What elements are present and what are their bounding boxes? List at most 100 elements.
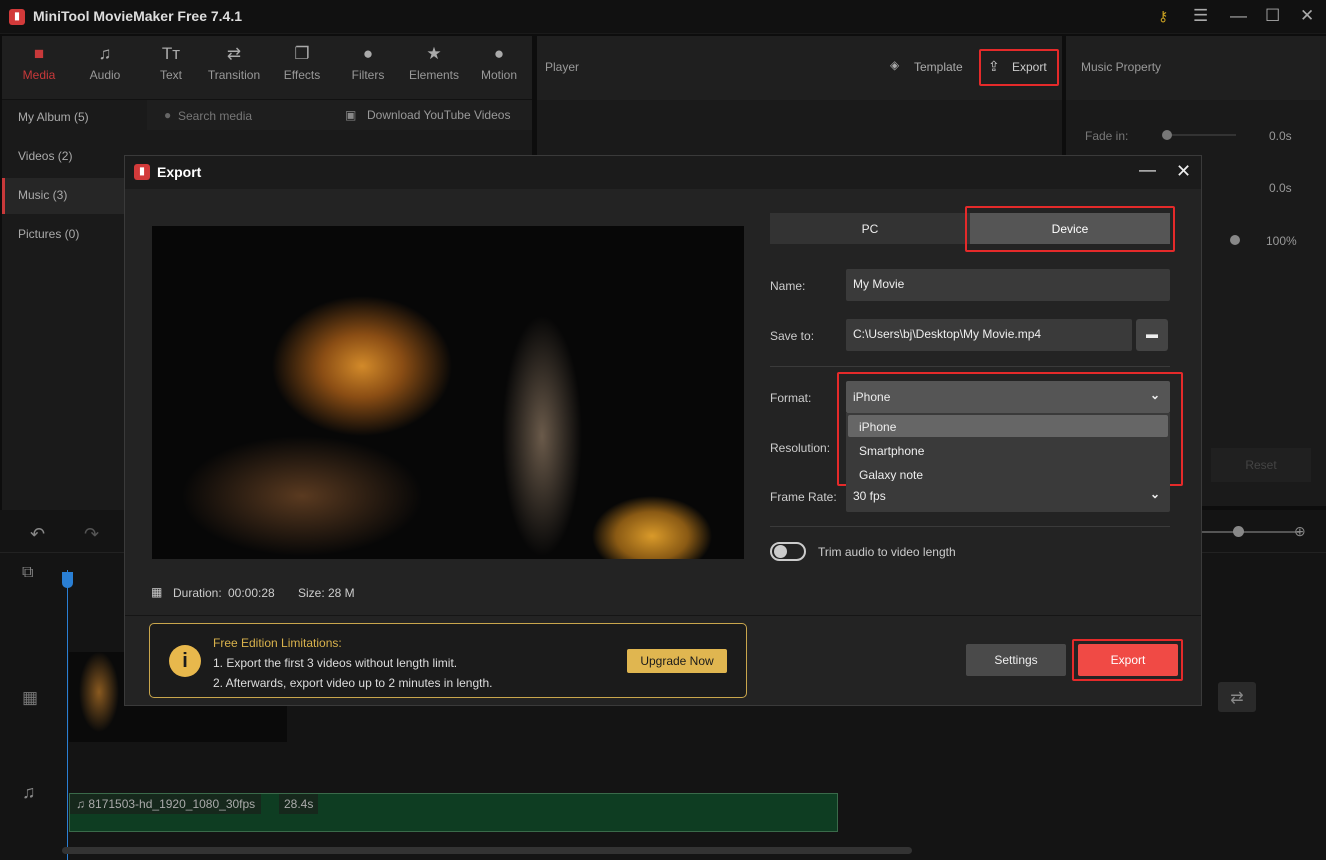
trim-audio-toggle[interactable]: [770, 542, 806, 561]
fade-in-slider[interactable]: [1162, 130, 1236, 140]
app-logo-icon: ▮: [9, 9, 25, 25]
search-input[interactable]: Search media: [178, 109, 252, 123]
tool-text[interactable]: Tт Text: [138, 44, 204, 82]
menu-icon[interactable]: ☰: [1193, 6, 1208, 26]
save-to-input[interactable]: C:\Users\bj\Desktop\My Movie.mp4: [846, 319, 1132, 351]
name-input[interactable]: My Movie: [846, 269, 1170, 301]
volume-slider-handle[interactable]: [1230, 235, 1240, 245]
divider: [770, 366, 1170, 367]
frame-rate-select[interactable]: 30 fps ⌄: [846, 481, 1170, 512]
duration-value: 00:00:28: [228, 586, 275, 600]
format-option-smartphone[interactable]: Smartphone: [848, 439, 1168, 461]
free-edition-notice: i Free Edition Limitations: 1. Export th…: [149, 623, 747, 698]
frame-rate-label: Frame Rate:: [770, 490, 837, 504]
fade-in-label: Fade in:: [1085, 129, 1129, 143]
tool-label: Elements: [408, 68, 460, 82]
duration-label: Duration:: [173, 586, 222, 600]
export-dialog: ▮ Export — ✕ ▦ Duration: 00:00:28 Size: …: [124, 155, 1202, 706]
music-note-icon: ♫: [98, 44, 112, 63]
size-value: 28 M: [328, 586, 355, 600]
upgrade-now-button[interactable]: Upgrade Now: [627, 649, 727, 673]
tool-label: Media: [22, 68, 56, 82]
tool-media[interactable]: ■ Media: [6, 44, 72, 82]
playhead-handle[interactable]: [62, 572, 73, 588]
search-row: ● Search media ▣ Download YouTube Videos: [147, 100, 532, 130]
audio-clip[interactable]: ♫ 8171503-hd_1920_1080_30fps 28.4s: [69, 793, 838, 832]
tab-device[interactable]: Device: [970, 213, 1170, 244]
tool-elements[interactable]: ★ Elements: [401, 44, 467, 82]
format-value: iPhone: [853, 390, 891, 404]
key-icon[interactable]: ⚷: [1158, 8, 1168, 25]
music-property-title: Music Property: [1081, 60, 1162, 74]
player-header: Player ◈ Template ⇪ Export: [537, 36, 1062, 100]
add-track-icon[interactable]: ⧉: [22, 564, 33, 582]
tab-pc[interactable]: PC: [770, 213, 970, 244]
download-youtube-link[interactable]: Download YouTube Videos: [367, 108, 510, 122]
fade-in-value: 0.0s: [1269, 129, 1292, 143]
chevron-down-icon: ⌄: [1149, 487, 1160, 501]
upload-icon: ⇪: [988, 58, 1000, 74]
folder-icon: ■: [33, 44, 45, 63]
template-button[interactable]: Template: [914, 60, 963, 74]
limits-title: Free Edition Limitations:: [213, 636, 342, 650]
audio-clip-label: 8171503-hd_1920_1080_30fps: [88, 797, 256, 811]
slider-handle[interactable]: [1162, 130, 1172, 140]
music-note-icon: ♫: [76, 797, 89, 811]
format-dropdown: iPhone Smartphone Galaxy note: [846, 413, 1170, 485]
music-property-header: Music Property: [1066, 36, 1326, 100]
horizontal-scrollbar[interactable]: [62, 847, 912, 854]
circles-icon: ●: [362, 44, 374, 63]
transition-swap-icon[interactable]: ⇄: [1218, 682, 1256, 712]
zoom-in-icon[interactable]: ⊕: [1294, 523, 1306, 540]
export-button-top[interactable]: ⇪ Export: [979, 49, 1059, 86]
limits-line-1: 1. Export the first 3 videos without len…: [213, 656, 458, 670]
format-select[interactable]: iPhone ⌄: [846, 381, 1170, 413]
format-option-iphone[interactable]: iPhone: [848, 415, 1168, 437]
tool-label: Text: [159, 68, 182, 82]
fade-out-value: 0.0s: [1269, 181, 1292, 195]
chevron-down-icon: ⌄: [1149, 388, 1160, 402]
close-button[interactable]: ✕: [1300, 6, 1314, 26]
zoom-slider[interactable]: [1200, 526, 1300, 537]
youtube-icon: ▣: [345, 108, 357, 122]
undo-icon[interactable]: ↶: [30, 524, 45, 545]
divider: [125, 615, 1201, 616]
tool-audio[interactable]: ♫ Audio: [72, 44, 138, 82]
video-preview: [152, 226, 744, 559]
title-bar: ▮ MiniTool MovieMaker Free 7.4.1 ⚷ ☰ — ☐…: [0, 0, 1326, 34]
minimize-button[interactable]: —: [1230, 6, 1247, 26]
dialog-minimize-button[interactable]: —: [1139, 160, 1156, 180]
dialog-close-button[interactable]: ✕: [1176, 161, 1191, 182]
sidebar-item-my-album[interactable]: My Album (5): [2, 100, 145, 136]
reset-button[interactable]: Reset: [1211, 448, 1311, 482]
format-label: Format:: [770, 391, 812, 405]
frame-rate-value: 30 fps: [853, 489, 886, 503]
layers-icon: ❐: [294, 44, 310, 63]
template-icon: ◈: [890, 58, 900, 72]
browse-folder-icon[interactable]: ▬: [1136, 319, 1168, 351]
toolbar: ■ Media ♫ Audio Tт Text ⇄ Transition ❐ Effect…: [2, 36, 532, 100]
trim-audio-label: Trim audio to video length: [818, 545, 956, 559]
redo-icon[interactable]: ↷: [84, 524, 99, 545]
export-button[interactable]: Export: [1078, 644, 1178, 676]
video-track-icon: ▦: [22, 688, 39, 707]
tool-motion[interactable]: ● Motion: [466, 44, 532, 82]
tool-transition[interactable]: ⇄ Transition: [201, 44, 267, 82]
swap-arrows-icon: ⇄: [226, 44, 242, 63]
slider-handle[interactable]: [1233, 526, 1244, 537]
star-list-icon: ★: [426, 44, 442, 63]
tool-label: Effects: [283, 68, 321, 82]
size-label: Size:: [298, 586, 325, 600]
playhead[interactable]: [67, 570, 68, 860]
maximize-button[interactable]: ☐: [1265, 6, 1280, 26]
player-title: Player: [545, 60, 580, 74]
tool-label: Motion: [480, 68, 518, 82]
volume-value: 100%: [1266, 234, 1297, 248]
tool-filters[interactable]: ● Filters: [335, 44, 401, 82]
settings-button[interactable]: Settings: [966, 644, 1066, 676]
name-label: Name:: [770, 279, 806, 293]
audio-clip-name: ♫ 8171503-hd_1920_1080_30fps: [70, 794, 262, 814]
tool-effects[interactable]: ❐ Effects: [269, 44, 335, 82]
save-to-label: Save to:: [770, 329, 815, 343]
ball-icon: ●: [493, 44, 505, 63]
